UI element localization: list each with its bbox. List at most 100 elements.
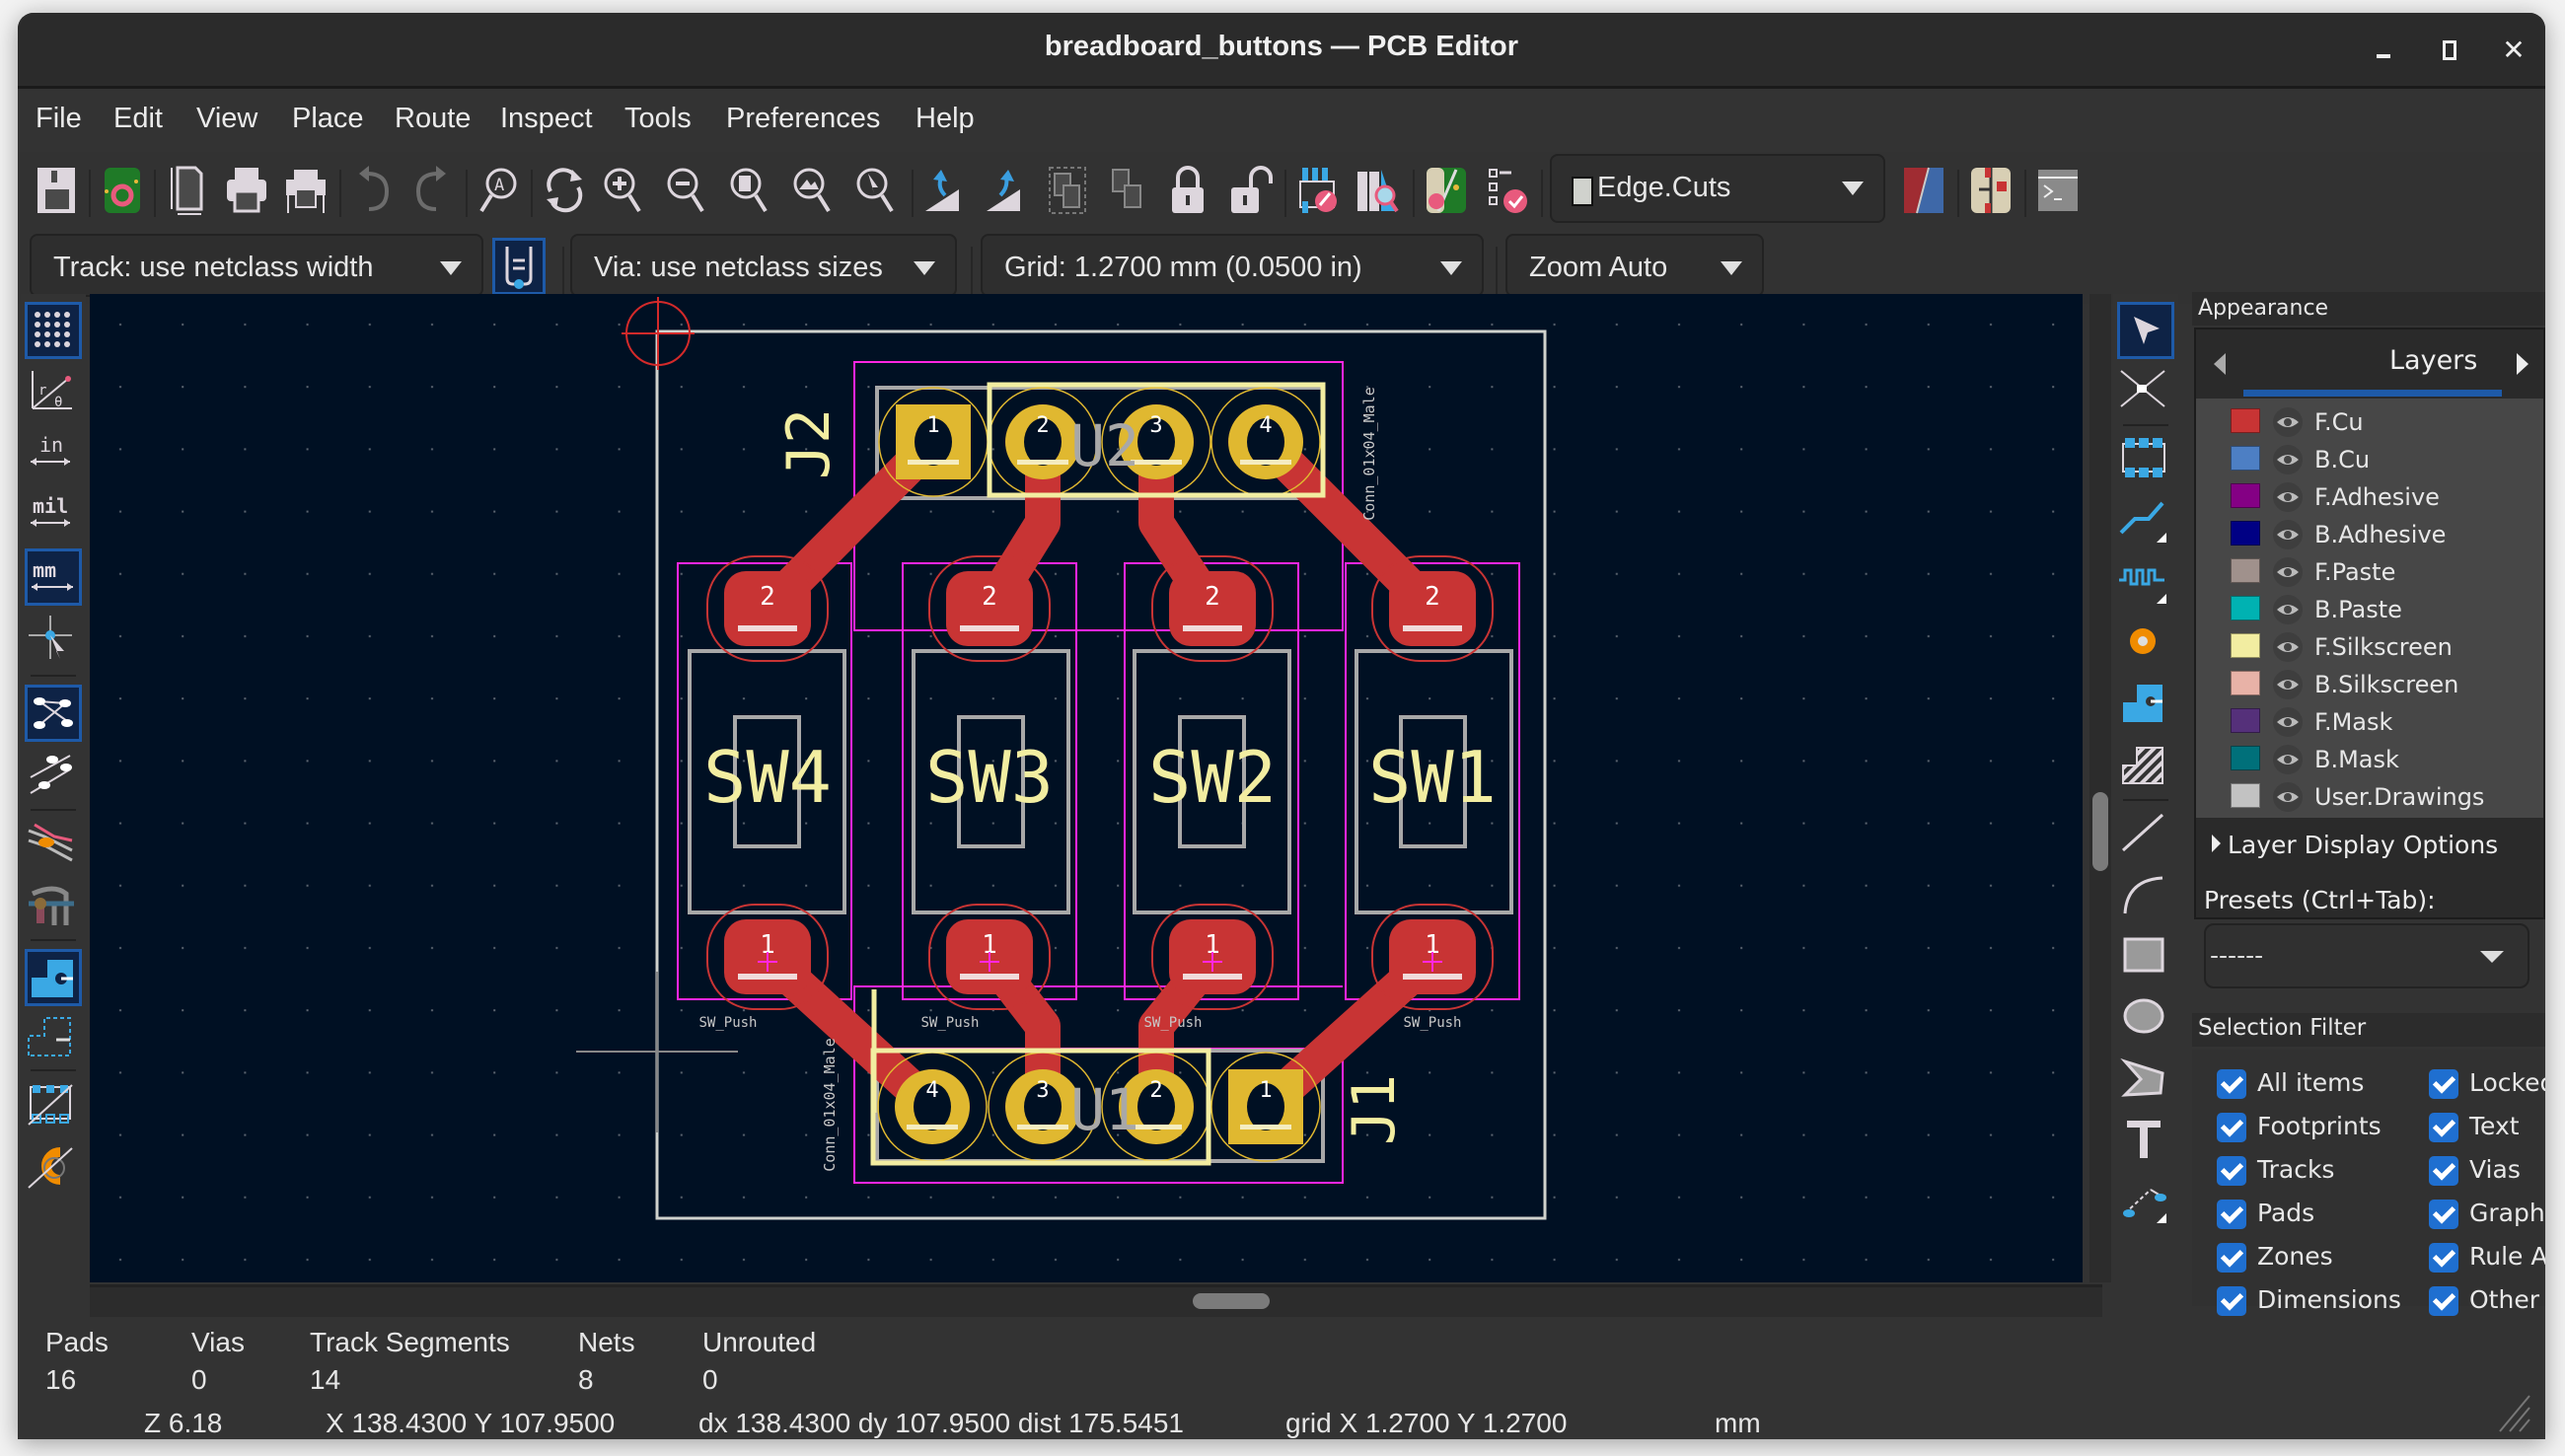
scroll-thumb[interactable] xyxy=(2092,792,2108,871)
layer-color-swatch[interactable] xyxy=(2231,671,2260,695)
save-icon[interactable] xyxy=(32,162,83,217)
tab-layers[interactable]: Layers xyxy=(2389,345,2477,376)
units-mils-icon[interactable]: mil xyxy=(25,487,82,545)
menu-view[interactable]: View xyxy=(196,103,257,135)
eye-icon[interactable] xyxy=(2273,557,2303,587)
checkbox[interactable] xyxy=(2217,1069,2246,1099)
add-text-icon[interactable] xyxy=(2117,1113,2174,1170)
layer-row[interactable]: F.Mask xyxy=(2196,702,2543,740)
eye-icon[interactable] xyxy=(2273,445,2303,474)
menu-place[interactable]: Place xyxy=(292,103,364,135)
unlock-icon[interactable] xyxy=(1223,162,1275,217)
tab-prev-icon[interactable] xyxy=(2214,353,2226,375)
full-crosshair-icon[interactable] xyxy=(25,612,82,669)
layer-color-swatch[interactable] xyxy=(2231,633,2260,658)
zoom-fit-icon[interactable] xyxy=(724,162,775,217)
menu-edit[interactable]: Edit xyxy=(113,103,163,135)
draw-polygon-icon[interactable] xyxy=(2117,1052,2174,1109)
layer-row[interactable]: B.Paste xyxy=(2196,590,2543,627)
presets-dropdown[interactable]: ------ xyxy=(2204,923,2529,988)
eye-icon[interactable] xyxy=(2273,782,2303,812)
checkbox[interactable] xyxy=(2217,1156,2246,1186)
layer-row[interactable]: F.Paste xyxy=(2196,552,2543,590)
draw-rectangle-icon[interactable] xyxy=(2117,929,2174,986)
redo-icon[interactable] xyxy=(406,162,458,217)
rotate-ccw-icon[interactable] xyxy=(919,162,971,217)
menu-inspect[interactable]: Inspect xyxy=(500,103,593,135)
scroll-thumb[interactable] xyxy=(1193,1293,1270,1309)
layer-row[interactable]: B.Cu xyxy=(2196,440,2543,477)
add-zone-icon[interactable] xyxy=(2117,677,2174,734)
menu-route[interactable]: Route xyxy=(395,103,471,135)
checkbox[interactable] xyxy=(2429,1200,2458,1229)
menu-help[interactable]: Help xyxy=(916,103,975,135)
lock-icon[interactable] xyxy=(1162,162,1213,217)
zoom-fit-objects-icon[interactable] xyxy=(787,162,839,217)
pads-outline-icon[interactable] xyxy=(25,1010,82,1067)
add-footprint-icon[interactable] xyxy=(2117,432,2174,489)
zoom-dropdown[interactable]: Zoom Auto xyxy=(1505,234,1764,297)
eye-icon[interactable] xyxy=(2273,595,2303,624)
layer-color-swatch[interactable] xyxy=(2231,446,2260,471)
auto-track-width-toggle[interactable] xyxy=(492,238,546,295)
layer-row[interactable]: F.Adhesive xyxy=(2196,477,2543,515)
print-icon[interactable] xyxy=(221,162,272,217)
net-inspector-icon[interactable] xyxy=(1421,162,1472,217)
add-dimension-icon[interactable] xyxy=(2117,1174,2174,1231)
layer-row[interactable]: F.Cu xyxy=(2196,402,2543,440)
scripting-console-icon[interactable] xyxy=(2032,162,2084,217)
checkbox[interactable] xyxy=(2217,1243,2246,1273)
footprint-browser-icon[interactable] xyxy=(1352,162,1403,217)
redraw-icon[interactable] xyxy=(539,162,590,217)
find-icon[interactable]: A xyxy=(474,162,525,217)
checkbox[interactable] xyxy=(2217,1200,2246,1229)
layer-color-swatch[interactable] xyxy=(2231,483,2260,508)
layer-color-swatch[interactable] xyxy=(2231,708,2260,733)
footprints-outline-icon[interactable] xyxy=(25,1079,82,1136)
layer-color-swatch[interactable] xyxy=(2231,408,2260,433)
eye-icon[interactable] xyxy=(2273,632,2303,662)
show-ratsnest-icon[interactable] xyxy=(25,685,82,742)
draw-arc-icon[interactable] xyxy=(2117,868,2174,925)
menu-file[interactable]: File xyxy=(36,103,82,135)
undo-icon[interactable] xyxy=(347,162,399,217)
horizontal-scrollbar[interactable] xyxy=(90,1284,2102,1321)
units-mm-icon[interactable]: mm xyxy=(25,548,82,606)
board-setup-icon[interactable] xyxy=(97,162,148,217)
close-icon[interactable]: ✕ xyxy=(2496,33,2531,68)
grid-size-dropdown[interactable]: Grid: 1.2700 mm (0.0500 in) xyxy=(981,234,1484,297)
tab-next-icon[interactable] xyxy=(2517,353,2528,375)
layer-display-options-toggle[interactable]: Layer Display Options xyxy=(2196,821,2543,870)
layer-row[interactable]: F.Silkscreen xyxy=(2196,627,2543,665)
polar-coordinates-icon[interactable]: rθ xyxy=(25,365,82,422)
eye-icon[interactable] xyxy=(2273,745,2303,774)
zoom-selection-icon[interactable] xyxy=(850,162,902,217)
pcb-canvas[interactable]: 21212121 12344321 SW4 SW3 SW2 SW1 J2 J1 U2 … xyxy=(90,294,2083,1282)
group-icon[interactable] xyxy=(1042,162,1093,217)
layer-color-swatch[interactable] xyxy=(2231,521,2260,546)
layer-row[interactable]: B.Mask xyxy=(2196,740,2543,777)
layer-row[interactable]: User.Drawings xyxy=(2196,777,2543,815)
switch-to-schematic-icon[interactable] xyxy=(1965,162,2016,217)
draw-circle-icon[interactable] xyxy=(2117,990,2174,1048)
update-pcb-icon[interactable] xyxy=(1292,162,1344,217)
net-color-mode-icon[interactable] xyxy=(25,817,82,874)
zoom-out-icon[interactable] xyxy=(661,162,712,217)
high-contrast-icon[interactable] xyxy=(25,878,82,935)
checkbox[interactable] xyxy=(2429,1069,2458,1099)
via-size-dropdown[interactable]: Via: use netclass sizes xyxy=(570,234,957,297)
add-via-icon[interactable] xyxy=(2117,616,2174,673)
checkbox[interactable] xyxy=(2429,1156,2458,1186)
layer-row[interactable]: B.Adhesive xyxy=(2196,515,2543,552)
layer-color-swatch[interactable] xyxy=(2231,746,2260,770)
menu-preferences[interactable]: Preferences xyxy=(726,103,880,135)
drc-icon[interactable] xyxy=(1482,162,1533,217)
minimize-icon[interactable] xyxy=(2366,33,2401,68)
eye-icon[interactable] xyxy=(2273,407,2303,437)
menu-tools[interactable]: Tools xyxy=(624,103,692,135)
eye-icon[interactable] xyxy=(2273,520,2303,549)
layer-row[interactable]: B.Silkscreen xyxy=(2196,665,2543,702)
maximize-icon[interactable] xyxy=(2431,33,2466,68)
draw-line-icon[interactable] xyxy=(2117,807,2174,864)
layer-color-swatch[interactable] xyxy=(2231,558,2260,583)
